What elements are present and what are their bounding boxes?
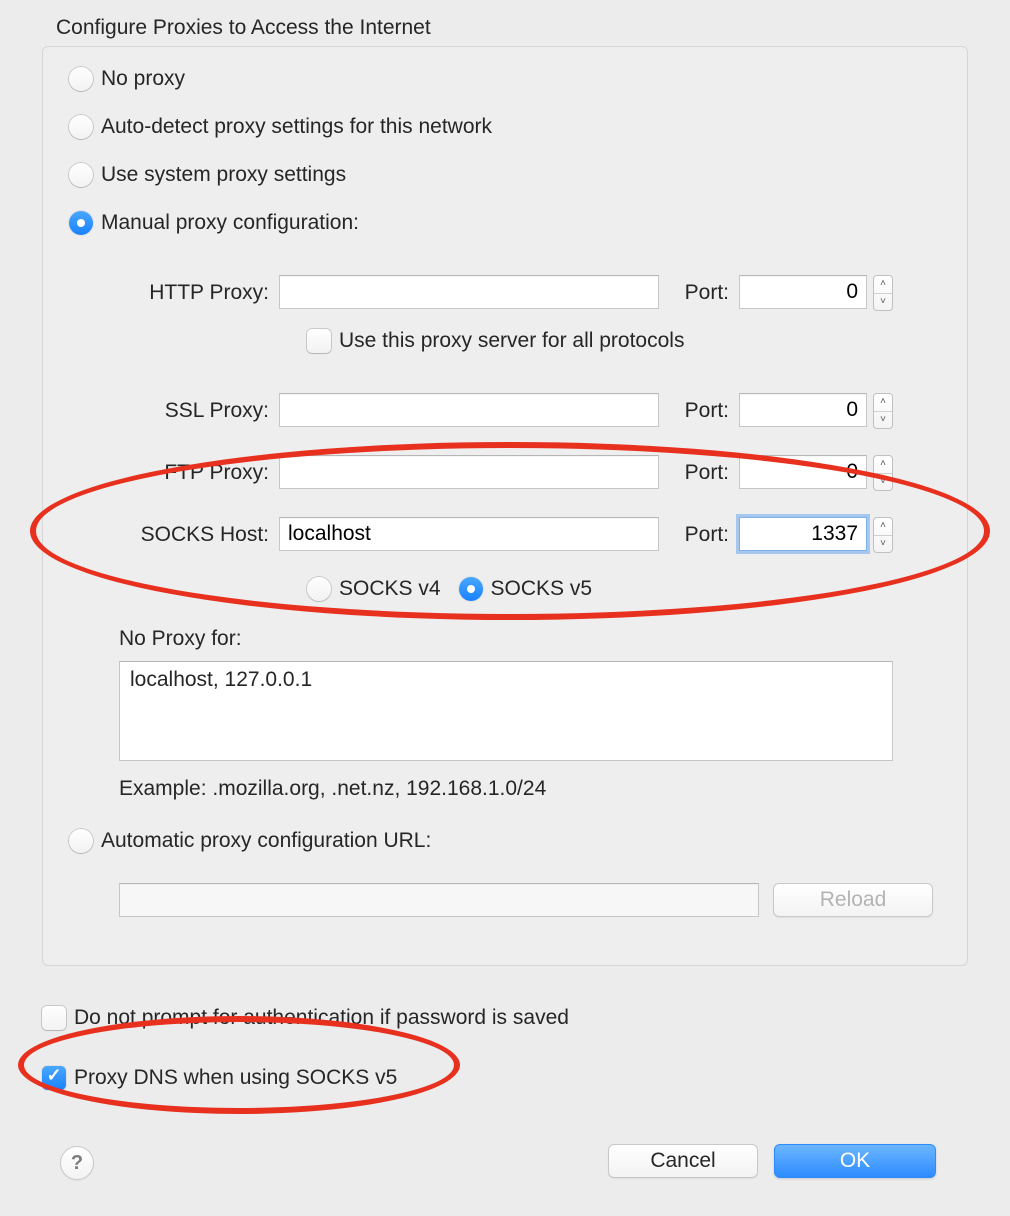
radio-socks-v5-label: SOCKS v5 [491,577,593,601]
groupbox-title: Configure Proxies to Access the Internet [56,16,431,40]
socks-port-label: Port: [669,523,729,547]
proxy-groupbox: No proxy Auto-detect proxy settings for … [42,46,968,966]
radio-auto-url-label: Automatic proxy configuration URL: [101,829,431,853]
http-port-label: Port: [669,281,729,305]
ssl-port-stepper[interactable]: ˄ ˅ [873,393,893,429]
chevron-down-icon[interactable]: ˅ [874,536,892,553]
checkbox-use-for-all[interactable] [307,329,331,353]
chevron-down-icon[interactable]: ˅ [874,412,892,429]
radio-manual-proxy-label: Manual proxy configuration: [101,211,359,235]
radio-manual-proxy[interactable] [69,211,93,235]
radio-auto-url[interactable] [69,829,93,853]
reload-button[interactable]: Reload [773,883,933,917]
socks-port-stepper[interactable]: ˄ ˅ [873,517,893,553]
ftp-port-label: Port: [669,461,729,485]
checkbox-use-for-all-label: Use this proxy server for all protocols [339,329,684,353]
ssl-port-input[interactable] [739,393,867,427]
ftp-port-stepper[interactable]: ˄ ˅ [873,455,893,491]
checkbox-proxy-dns-label: Proxy DNS when using SOCKS v5 [74,1066,397,1090]
socks-port-input[interactable] [739,517,867,551]
radio-no-proxy-label: No proxy [101,67,185,91]
ftp-proxy-label: FTP Proxy: [103,461,269,485]
ssl-proxy-label: SSL Proxy: [103,399,269,423]
chevron-up-icon[interactable]: ˄ [874,518,892,536]
ftp-port-input[interactable] [739,455,867,489]
chevron-up-icon[interactable]: ˄ [874,456,892,474]
radio-system-proxy[interactable] [69,163,93,187]
no-proxy-for-label: No Proxy for: [119,627,242,651]
http-proxy-input[interactable] [279,275,659,309]
checkbox-proxy-dns[interactable] [42,1066,66,1090]
radio-auto-detect-label: Auto-detect proxy settings for this netw… [101,115,492,139]
chevron-up-icon[interactable]: ˄ [874,394,892,412]
ssl-proxy-input[interactable] [279,393,659,427]
socks-host-label: SOCKS Host: [103,523,269,547]
ssl-port-label: Port: [669,399,729,423]
chevron-up-icon[interactable]: ˄ [874,276,892,294]
annotation-proxy-dns-ellipse [18,1016,460,1114]
socks-host-input[interactable] [279,517,659,551]
no-proxy-example-text: Example: .mozilla.org, .net.nz, 192.168.… [119,777,546,801]
checkbox-no-prompt[interactable] [42,1006,66,1030]
no-proxy-for-input[interactable]: localhost, 127.0.0.1 [119,661,893,761]
help-button[interactable]: ? [60,1146,94,1180]
ok-button[interactable]: OK [774,1144,936,1178]
checkbox-no-prompt-label: Do not prompt for authentication if pass… [74,1006,569,1030]
radio-no-proxy[interactable] [69,67,93,91]
radio-socks-v4[interactable] [307,577,331,601]
radio-auto-detect[interactable] [69,115,93,139]
cancel-button[interactable]: Cancel [608,1144,758,1178]
auto-url-input[interactable] [119,883,759,917]
ftp-proxy-input[interactable] [279,455,659,489]
radio-system-proxy-label: Use system proxy settings [101,163,346,187]
http-proxy-label: HTTP Proxy: [103,281,269,305]
chevron-down-icon[interactable]: ˅ [874,474,892,491]
http-port-input[interactable] [739,275,867,309]
radio-socks-v4-label: SOCKS v4 [339,577,441,601]
http-port-stepper[interactable]: ˄ ˅ [873,275,893,311]
radio-socks-v5[interactable] [459,577,483,601]
chevron-down-icon[interactable]: ˅ [874,294,892,311]
